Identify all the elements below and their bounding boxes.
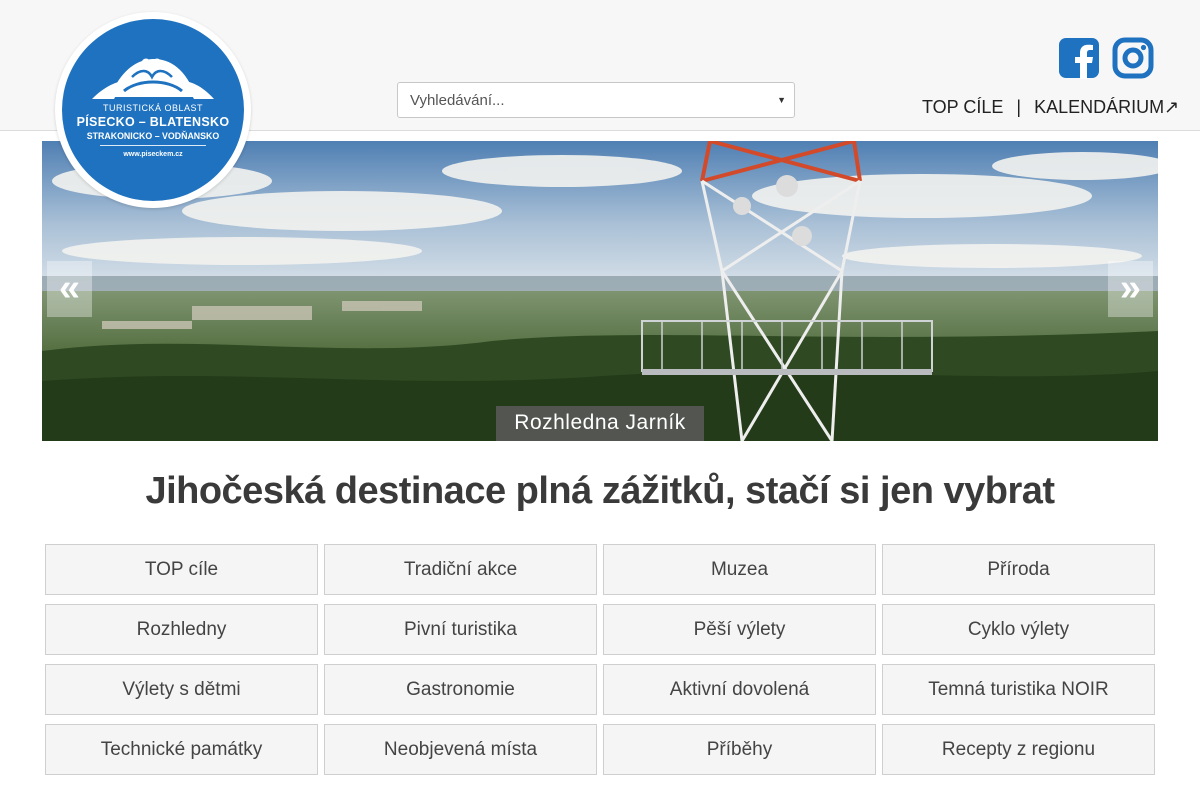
logo-badge: TURISTICKÁ OBLAST PÍSECKO – BLATENSKO ST… [62,19,244,201]
logo-text-region: TURISTICKÁ OBLAST [102,103,204,113]
instagram-icon[interactable] [1112,37,1154,79]
category-button[interactable]: Rozhledny [45,604,318,655]
hills-logo-icon [92,58,214,99]
logo-text-main: PÍSECKO – BLATENSKO [76,115,230,129]
chevron-down-icon: ▼ [777,95,786,105]
category-grid: TOP cíle Tradiční akce Muzea Příroda Roz… [45,544,1155,775]
category-button[interactable]: Temná turistika NOIR [882,664,1155,715]
nav-top-cile-link[interactable]: TOP CÍLE [922,97,1003,117]
category-button[interactable]: Muzea [603,544,876,595]
category-button[interactable]: Cyklo výlety [882,604,1155,655]
category-button[interactable]: Gastronomie [324,664,597,715]
category-button[interactable]: Příroda [882,544,1155,595]
facebook-icon[interactable] [1058,37,1100,79]
category-button[interactable]: TOP cíle [45,544,318,595]
search-select[interactable]: Vyhledávání... ▼ [397,82,795,118]
category-button[interactable]: Pěší výlety [603,604,876,655]
category-button[interactable]: Recepty z regionu [882,724,1155,775]
page-title: Jihočeská destinace plná zážitků, stačí … [145,470,1055,512]
search-placeholder: Vyhledávání... [410,92,505,109]
nav-separator: | [1016,96,1022,117]
category-button[interactable]: Neobjevená místa [324,724,597,775]
slider-next-button[interactable]: » [1108,261,1153,317]
category-button[interactable]: Příběhy [603,724,876,775]
category-button[interactable]: Výlety s dětmi [45,664,318,715]
logo-text-url: www.piseckem.cz [123,151,183,158]
nav-kalendarium-link[interactable]: KALENDÁRIUM↗ [1034,97,1179,117]
logo-divider [100,145,206,146]
category-button[interactable]: Tradiční akce [324,544,597,595]
site-logo[interactable]: TURISTICKÁ OBLAST PÍSECKO – BLATENSKO ST… [55,12,251,208]
slider-prev-button[interactable]: « [47,261,92,317]
category-button[interactable]: Aktivní dovolená [603,664,876,715]
slide-caption[interactable]: Rozhledna Jarník [496,406,704,441]
top-navigation: TOP CÍLE | KALENDÁRIUM↗ [922,96,1179,118]
logo-text-secondary: STRAKONICKO – VODŇANSKO [86,131,220,141]
category-button[interactable]: Technické památky [45,724,318,775]
category-button[interactable]: Pivní turistika [324,604,597,655]
